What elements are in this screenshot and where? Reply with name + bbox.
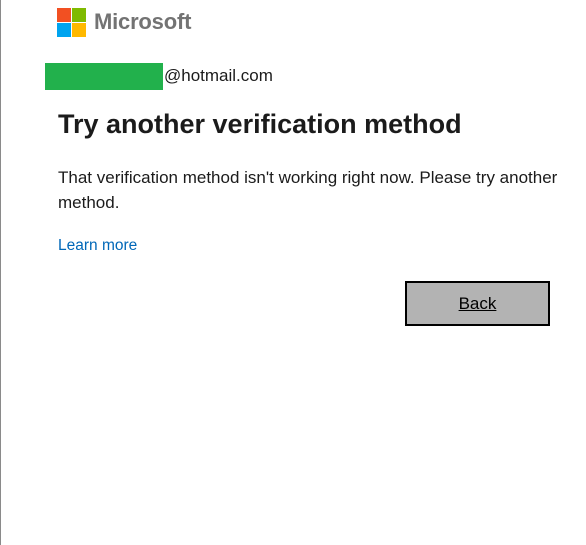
page-title: Try another verification method xyxy=(58,109,462,139)
back-button[interactable]: Back xyxy=(405,281,550,326)
brand-name: Microsoft xyxy=(94,9,192,34)
dialog-frame: Microsoft @hotmail.com Try another verif… xyxy=(0,0,586,545)
redacted-username xyxy=(45,62,163,90)
learn-more-link[interactable]: Learn more xyxy=(58,237,137,255)
logo-square-yellow xyxy=(72,22,86,37)
logo-square-blue xyxy=(57,22,71,37)
logo-square-green xyxy=(72,7,86,22)
email-suffix: @hotmail.com xyxy=(164,66,273,85)
description-text: That verification method isn't working r… xyxy=(58,168,558,212)
logo-square-red xyxy=(57,7,71,22)
microsoft-logo: Microsoft xyxy=(57,7,191,37)
account-identity: @hotmail.com xyxy=(45,62,273,90)
microsoft-squares-icon xyxy=(57,7,86,37)
